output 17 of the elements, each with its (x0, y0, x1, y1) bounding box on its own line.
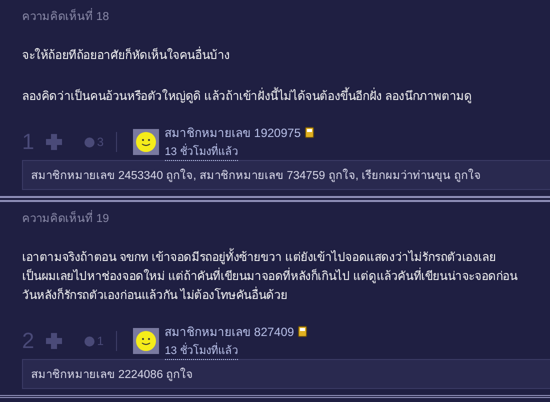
comment-text: เอาตามจริงถ้าตอน จขกท เข้าจอดมีรถอยู่ทั้งซ้ายขวา แต่ยังเข้าไปจอดแสดงว่าไม่รักรถตัวเองเลย (22, 248, 497, 266)
author-name[interactable]: สมาชิกหมายเลข 827409 (164, 322, 294, 341)
comment-text: จะให้ถ้อยทีถ้อยอาศัยก็หัดเห็นใจคนอื่นบ้าง (22, 46, 232, 64)
likes-list: สมาชิกหมายเลข 2224086 ถูกใจ (22, 359, 550, 389)
author-name[interactable]: สมาชิกหมายเลข 1920975 (164, 123, 301, 142)
comment-text: วันหลังก็รักรถตัวเองก่อนแล้วกัน ไม่ต้องโทษคันอื่นด้วย (22, 286, 289, 304)
likes-list: สมาชิกหมายเลข 2453340 ถูกใจ, สมาชิกหมายเลข 734759 ถูกใจ, เรียกผมว่าท่านขุน ถูกใจ (22, 160, 550, 190)
comment-number: ความคิดเห็นที่ 18 (22, 8, 550, 26)
comment-text: ลองคิดว่าเป็นคนอ้วนหรือตัวใหญ่ดูดิ แล้วถ้าเข้าฝั่งนี้ไม่ได้จนต้องขึ้นอีกฝั่ง ลองนึกภาพตามดู (22, 87, 473, 106)
plus-icon[interactable] (44, 331, 64, 351)
badge-icon (304, 127, 314, 138)
plus-icon[interactable] (44, 132, 64, 152)
avatar (132, 129, 159, 155)
comment-number: ความคิดเห็นที่ 19 (22, 210, 550, 228)
comment-text: เป็นผมเลยไปหาช่องจอดใหม่ แต่ถ้าคันที่เขียนมาจอดที่หลังก็เกินไป แต่ดูแล้วคันที่เขียนน่าจะจอดก่อน (22, 267, 518, 286)
badge-icon (298, 326, 308, 337)
avatar (132, 328, 159, 354)
